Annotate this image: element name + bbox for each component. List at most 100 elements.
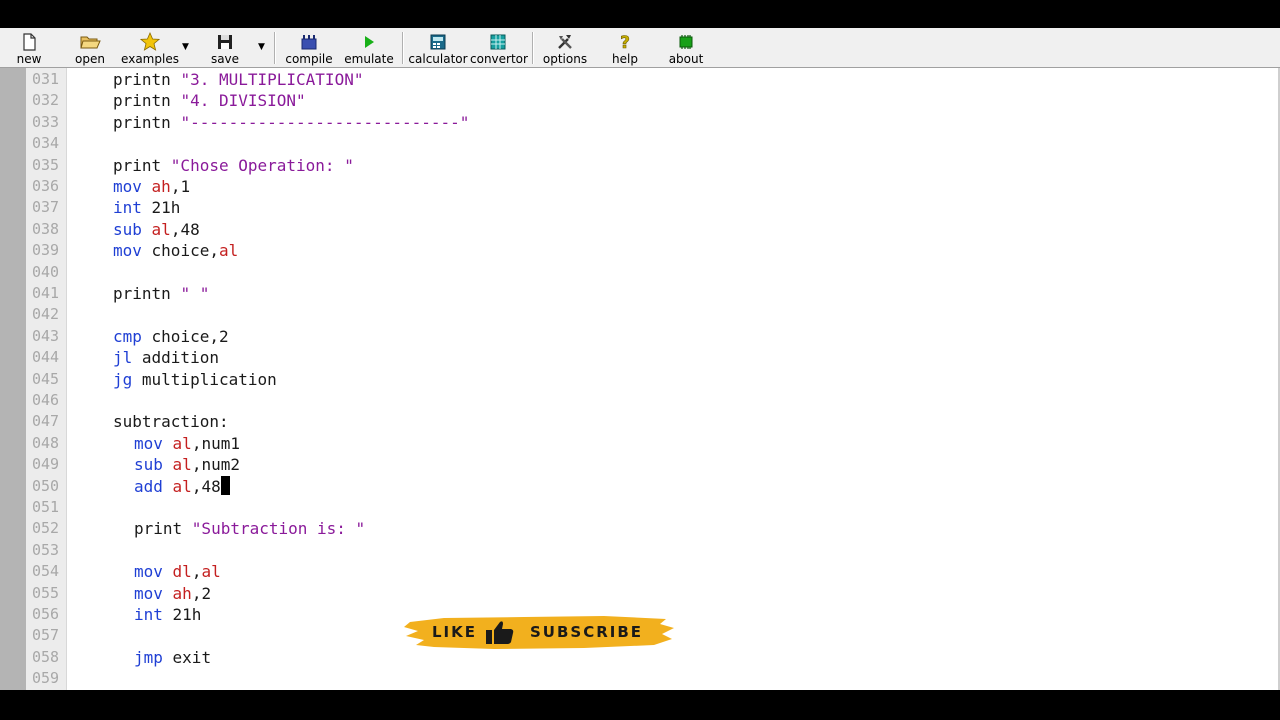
code-text[interactable]: mov ah,1 xyxy=(113,176,190,197)
code-token: print xyxy=(113,155,171,175)
instruction-token: jmp xyxy=(134,647,163,667)
new-button[interactable]: new xyxy=(4,30,54,66)
emulate-button[interactable]: emulate xyxy=(342,30,396,66)
text-cursor xyxy=(220,475,230,495)
convertor-icon xyxy=(490,34,506,50)
line-number: 054 xyxy=(32,562,60,581)
line-number: 047 xyxy=(32,412,60,431)
options-label: options xyxy=(542,52,588,66)
code-token: multiplication xyxy=(132,369,277,389)
toolbar: new open examples ▼ save ▼ compile emula… xyxy=(0,28,1280,68)
line-number: 038 xyxy=(32,219,60,238)
breakpoint-margin[interactable] xyxy=(0,68,26,690)
compile-button[interactable]: compile xyxy=(282,30,336,66)
line-number: 053 xyxy=(32,540,60,559)
code-editor[interactable]: 031 printn "3. MULTIPLICATION" 032 printn "… xyxy=(0,68,1280,690)
code-text[interactable]: jg multiplication xyxy=(113,369,277,390)
convertor-label: convertor xyxy=(470,52,528,66)
code-text[interactable]: sub al,48 xyxy=(113,219,200,240)
help-button[interactable]: ? help xyxy=(600,30,650,66)
instruction-token: int xyxy=(113,198,142,218)
tools-icon xyxy=(558,35,572,49)
line-number: 039 xyxy=(32,241,60,260)
code-text[interactable]: jmp exit xyxy=(134,647,211,668)
calculator-button[interactable]: calculator xyxy=(408,30,468,66)
play-icon xyxy=(365,36,374,48)
code-text[interactable]: add al,48 xyxy=(134,475,230,497)
string-token: "----------------------------" xyxy=(180,112,470,132)
compile-icon xyxy=(301,35,317,50)
about-button[interactable]: about xyxy=(660,30,712,66)
code-text[interactable]: cmp choice,2 xyxy=(113,326,229,347)
examples-button[interactable]: examples xyxy=(120,30,180,66)
options-button[interactable]: options xyxy=(540,30,590,66)
about-label: about xyxy=(668,52,704,66)
code-text[interactable]: int 21h xyxy=(134,604,201,625)
string-token: "Chose Operation: " xyxy=(170,155,354,175)
instruction-token: mov xyxy=(113,177,142,196)
code-text[interactable]: printn "3. MULTIPLICATION" xyxy=(113,69,363,90)
code-text[interactable]: printn " " xyxy=(113,283,209,304)
code-text[interactable]: print "Subtraction is: " xyxy=(134,518,365,539)
code-text[interactable]: jl addition xyxy=(113,347,219,368)
instruction-token: jl xyxy=(113,348,133,368)
line-number: 046 xyxy=(32,391,60,409)
convertor-button[interactable]: convertor xyxy=(470,30,528,66)
code-token: printn xyxy=(113,70,181,89)
code-text[interactable]: printn "----------------------------" xyxy=(113,112,469,133)
emulate-label: emulate xyxy=(344,52,394,66)
register-token: al xyxy=(172,476,192,496)
instruction-token: mov xyxy=(113,241,142,261)
code-text[interactable]: mov al,num1 xyxy=(134,433,240,454)
open-folder-icon xyxy=(80,36,101,49)
code-text[interactable]: sub al,num2 xyxy=(134,454,240,475)
toolbar-separator xyxy=(402,32,404,64)
register-token: al xyxy=(172,433,192,453)
code-text[interactable]: subtraction: xyxy=(113,411,229,432)
line-number: 040 xyxy=(32,262,60,281)
code-token: ,2 xyxy=(191,583,212,603)
register-token: al xyxy=(151,219,171,239)
code-token: ,1 xyxy=(170,177,191,196)
new-file-icon xyxy=(23,33,36,51)
save-dropdown-arrow-icon[interactable]: ▼ xyxy=(258,42,265,52)
star-icon xyxy=(140,32,160,51)
code-token: printn xyxy=(113,112,181,132)
code-text[interactable]: printn "4. DIVISION" xyxy=(113,90,306,111)
code-text[interactable]: int 21h xyxy=(113,197,180,218)
instruction-token: mov xyxy=(134,433,163,453)
register-token: dl xyxy=(172,562,192,582)
register-token: ah xyxy=(151,177,171,196)
examples-dropdown-arrow-icon[interactable]: ▼ xyxy=(182,42,189,52)
code-text[interactable]: mov ah,2 xyxy=(134,583,211,604)
line-number: 044 xyxy=(32,348,60,367)
code-text[interactable]: mov choice,al xyxy=(113,240,238,261)
code-token: ,num1 xyxy=(191,433,240,453)
new-label: new xyxy=(16,52,42,66)
register-token: ah xyxy=(172,583,192,603)
like-label: LIKE xyxy=(432,623,478,641)
like-subscribe-badge: LIKE SUBSCRIBE xyxy=(404,612,676,652)
code-text[interactable]: print "Chose Operation: " xyxy=(113,155,354,176)
line-number: 035 xyxy=(32,155,60,174)
line-number: 032 xyxy=(32,91,60,110)
save-button[interactable]: save xyxy=(200,30,250,66)
open-button[interactable]: open xyxy=(64,30,116,66)
string-token: "3. MULTIPLICATION" xyxy=(180,70,364,89)
line-number: 049 xyxy=(32,455,60,474)
calculator-label: calculator xyxy=(408,52,468,66)
save-label: save xyxy=(210,52,240,66)
code-token: 21h xyxy=(162,605,202,624)
instruction-token: jg xyxy=(113,369,133,389)
code-text[interactable]: mov dl,al xyxy=(134,561,221,582)
register-token: al xyxy=(201,562,221,582)
instruction-token: sub xyxy=(113,219,142,239)
line-number: 037 xyxy=(32,198,60,217)
code-token: subtraction: xyxy=(113,412,229,432)
line-number: 056 xyxy=(32,605,60,623)
instruction-token: add xyxy=(134,476,163,496)
